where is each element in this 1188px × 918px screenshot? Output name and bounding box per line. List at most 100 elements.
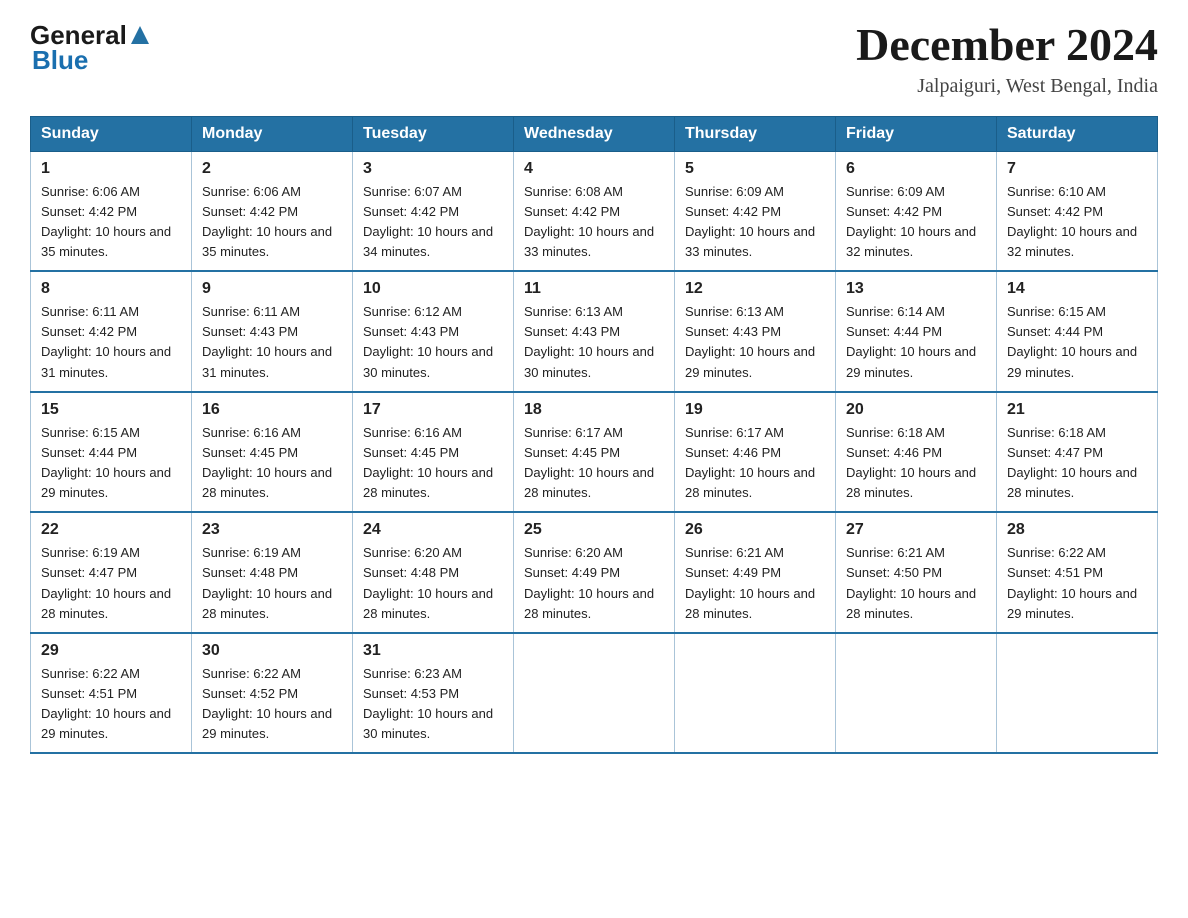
day-info: Sunrise: 6:21 AMSunset: 4:49 PMDaylight:… (685, 545, 815, 620)
day-info: Sunrise: 6:09 AMSunset: 4:42 PMDaylight:… (846, 184, 976, 259)
calendar-cell: 9 Sunrise: 6:11 AMSunset: 4:43 PMDayligh… (192, 271, 353, 392)
calendar-cell: 15 Sunrise: 6:15 AMSunset: 4:44 PMDaylig… (31, 392, 192, 513)
calendar-week-row: 15 Sunrise: 6:15 AMSunset: 4:44 PMDaylig… (31, 392, 1158, 513)
calendar-cell: 3 Sunrise: 6:07 AMSunset: 4:42 PMDayligh… (353, 151, 514, 271)
day-number: 20 (846, 401, 986, 419)
day-number: 4 (524, 160, 664, 178)
calendar-cell (997, 633, 1158, 754)
calendar-cell: 25 Sunrise: 6:20 AMSunset: 4:49 PMDaylig… (514, 512, 675, 633)
day-info: Sunrise: 6:22 AMSunset: 4:52 PMDaylight:… (202, 666, 332, 741)
calendar-cell: 30 Sunrise: 6:22 AMSunset: 4:52 PMDaylig… (192, 633, 353, 754)
calendar-table: SundayMondayTuesdayWednesdayThursdayFrid… (30, 116, 1158, 755)
calendar-cell: 16 Sunrise: 6:16 AMSunset: 4:45 PMDaylig… (192, 392, 353, 513)
day-number: 10 (363, 280, 503, 298)
day-number: 11 (524, 280, 664, 298)
calendar-cell: 14 Sunrise: 6:15 AMSunset: 4:44 PMDaylig… (997, 271, 1158, 392)
col-header-wednesday: Wednesday (514, 116, 675, 151)
calendar-cell: 5 Sunrise: 6:09 AMSunset: 4:42 PMDayligh… (675, 151, 836, 271)
calendar-cell: 31 Sunrise: 6:23 AMSunset: 4:53 PMDaylig… (353, 633, 514, 754)
calendar-cell: 8 Sunrise: 6:11 AMSunset: 4:42 PMDayligh… (31, 271, 192, 392)
day-number: 26 (685, 521, 825, 539)
day-info: Sunrise: 6:13 AMSunset: 4:43 PMDaylight:… (524, 304, 654, 379)
calendar-cell: 21 Sunrise: 6:18 AMSunset: 4:47 PMDaylig… (997, 392, 1158, 513)
calendar-cell: 28 Sunrise: 6:22 AMSunset: 4:51 PMDaylig… (997, 512, 1158, 633)
col-header-friday: Friday (836, 116, 997, 151)
col-header-thursday: Thursday (675, 116, 836, 151)
calendar-cell: 23 Sunrise: 6:19 AMSunset: 4:48 PMDaylig… (192, 512, 353, 633)
calendar-cell: 10 Sunrise: 6:12 AMSunset: 4:43 PMDaylig… (353, 271, 514, 392)
logo: General Blue (30, 20, 151, 76)
day-number: 12 (685, 280, 825, 298)
calendar-cell: 2 Sunrise: 6:06 AMSunset: 4:42 PMDayligh… (192, 151, 353, 271)
day-info: Sunrise: 6:20 AMSunset: 4:48 PMDaylight:… (363, 545, 493, 620)
logo-arrow-icon (129, 24, 151, 46)
day-info: Sunrise: 6:13 AMSunset: 4:43 PMDaylight:… (685, 304, 815, 379)
day-number: 5 (685, 160, 825, 178)
day-info: Sunrise: 6:12 AMSunset: 4:43 PMDaylight:… (363, 304, 493, 379)
day-number: 30 (202, 642, 342, 660)
calendar-cell: 19 Sunrise: 6:17 AMSunset: 4:46 PMDaylig… (675, 392, 836, 513)
day-info: Sunrise: 6:17 AMSunset: 4:45 PMDaylight:… (524, 425, 654, 500)
calendar-cell: 24 Sunrise: 6:20 AMSunset: 4:48 PMDaylig… (353, 512, 514, 633)
calendar-cell (675, 633, 836, 754)
day-info: Sunrise: 6:22 AMSunset: 4:51 PMDaylight:… (1007, 545, 1137, 620)
day-number: 2 (202, 160, 342, 178)
calendar-cell: 7 Sunrise: 6:10 AMSunset: 4:42 PMDayligh… (997, 151, 1158, 271)
day-info: Sunrise: 6:19 AMSunset: 4:48 PMDaylight:… (202, 545, 332, 620)
calendar-cell: 6 Sunrise: 6:09 AMSunset: 4:42 PMDayligh… (836, 151, 997, 271)
day-number: 1 (41, 160, 181, 178)
day-info: Sunrise: 6:15 AMSunset: 4:44 PMDaylight:… (41, 425, 171, 500)
day-number: 7 (1007, 160, 1147, 178)
col-header-monday: Monday (192, 116, 353, 151)
calendar-cell: 4 Sunrise: 6:08 AMSunset: 4:42 PMDayligh… (514, 151, 675, 271)
day-number: 17 (363, 401, 503, 419)
day-info: Sunrise: 6:08 AMSunset: 4:42 PMDaylight:… (524, 184, 654, 259)
day-number: 16 (202, 401, 342, 419)
calendar-cell: 1 Sunrise: 6:06 AMSunset: 4:42 PMDayligh… (31, 151, 192, 271)
col-header-tuesday: Tuesday (353, 116, 514, 151)
day-info: Sunrise: 6:20 AMSunset: 4:49 PMDaylight:… (524, 545, 654, 620)
day-info: Sunrise: 6:09 AMSunset: 4:42 PMDaylight:… (685, 184, 815, 259)
day-info: Sunrise: 6:23 AMSunset: 4:53 PMDaylight:… (363, 666, 493, 741)
day-info: Sunrise: 6:10 AMSunset: 4:42 PMDaylight:… (1007, 184, 1137, 259)
day-number: 31 (363, 642, 503, 660)
day-number: 23 (202, 521, 342, 539)
title-block: December 2024 Jalpaiguri, West Bengal, I… (856, 20, 1158, 98)
day-number: 3 (363, 160, 503, 178)
day-number: 24 (363, 521, 503, 539)
day-number: 8 (41, 280, 181, 298)
calendar-cell: 12 Sunrise: 6:13 AMSunset: 4:43 PMDaylig… (675, 271, 836, 392)
day-number: 6 (846, 160, 986, 178)
calendar-cell: 17 Sunrise: 6:16 AMSunset: 4:45 PMDaylig… (353, 392, 514, 513)
day-info: Sunrise: 6:17 AMSunset: 4:46 PMDaylight:… (685, 425, 815, 500)
col-header-sunday: Sunday (31, 116, 192, 151)
logo-blue-text: Blue (32, 45, 88, 76)
calendar-cell: 27 Sunrise: 6:21 AMSunset: 4:50 PMDaylig… (836, 512, 997, 633)
day-info: Sunrise: 6:14 AMSunset: 4:44 PMDaylight:… (846, 304, 976, 379)
day-number: 18 (524, 401, 664, 419)
day-number: 28 (1007, 521, 1147, 539)
day-info: Sunrise: 6:18 AMSunset: 4:46 PMDaylight:… (846, 425, 976, 500)
day-info: Sunrise: 6:16 AMSunset: 4:45 PMDaylight:… (202, 425, 332, 500)
calendar-cell: 20 Sunrise: 6:18 AMSunset: 4:46 PMDaylig… (836, 392, 997, 513)
day-number: 13 (846, 280, 986, 298)
calendar-cell: 18 Sunrise: 6:17 AMSunset: 4:45 PMDaylig… (514, 392, 675, 513)
day-info: Sunrise: 6:11 AMSunset: 4:42 PMDaylight:… (41, 304, 171, 379)
calendar-week-row: 29 Sunrise: 6:22 AMSunset: 4:51 PMDaylig… (31, 633, 1158, 754)
day-info: Sunrise: 6:19 AMSunset: 4:47 PMDaylight:… (41, 545, 171, 620)
page-header: General Blue December 2024 Jalpaiguri, W… (30, 20, 1158, 98)
day-info: Sunrise: 6:11 AMSunset: 4:43 PMDaylight:… (202, 304, 332, 379)
day-info: Sunrise: 6:06 AMSunset: 4:42 PMDaylight:… (202, 184, 332, 259)
calendar-cell: 13 Sunrise: 6:14 AMSunset: 4:44 PMDaylig… (836, 271, 997, 392)
day-number: 29 (41, 642, 181, 660)
day-number: 27 (846, 521, 986, 539)
day-number: 14 (1007, 280, 1147, 298)
calendar-header-row: SundayMondayTuesdayWednesdayThursdayFrid… (31, 116, 1158, 151)
calendar-week-row: 1 Sunrise: 6:06 AMSunset: 4:42 PMDayligh… (31, 151, 1158, 271)
day-info: Sunrise: 6:18 AMSunset: 4:47 PMDaylight:… (1007, 425, 1137, 500)
calendar-title: December 2024 (856, 20, 1158, 71)
day-number: 15 (41, 401, 181, 419)
calendar-cell (514, 633, 675, 754)
calendar-cell: 29 Sunrise: 6:22 AMSunset: 4:51 PMDaylig… (31, 633, 192, 754)
calendar-week-row: 8 Sunrise: 6:11 AMSunset: 4:42 PMDayligh… (31, 271, 1158, 392)
